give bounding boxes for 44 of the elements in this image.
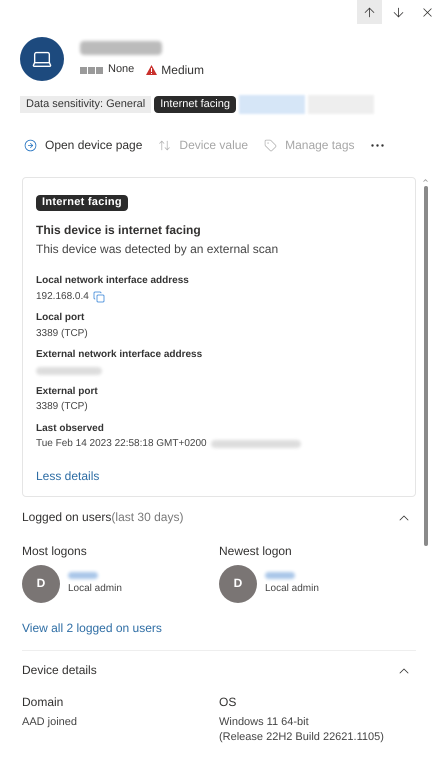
toolbar-button[interactable]: Open device page: [24, 138, 142, 153]
blurred-text: [265, 572, 295, 579]
more-icon: [370, 144, 384, 147]
card-title: This device is internet facing: [36, 223, 202, 238]
risk-value: Medium: [161, 62, 204, 78]
more-button[interactable]: [370, 144, 384, 147]
previous-button[interactable]: [357, 0, 382, 24]
scroll-up-icon[interactable]: [422, 177, 429, 184]
arrow-circle-icon: [24, 139, 37, 152]
view-all-users-link[interactable]: View all 2 logged on users: [22, 620, 162, 636]
tag: Internet facing: [154, 96, 236, 114]
user-avatar: D: [22, 564, 60, 602]
field-label: Last observed: [36, 422, 105, 435]
less-details-link[interactable]: Less details: [36, 468, 100, 484]
field-value: Windows 11 64-bit: [219, 716, 310, 730]
tag-icon: [264, 139, 278, 152]
card-subtitle: This device was detected by an external scan: [36, 242, 280, 257]
user-avatar: D: [219, 564, 257, 602]
tag: Data sensitivity: General: [20, 96, 152, 114]
field-value: AAD joined: [22, 716, 78, 730]
field-label: External port: [36, 386, 99, 398]
field-value: Tue Feb 14 2023 22:58:18 GMT+0200: [36, 438, 207, 450]
field-label: Domain: [22, 694, 64, 710]
user-role: Local admin: [68, 582, 122, 596]
section-title: Device details: [22, 663, 97, 678]
internet-facing-badge: Internet facing: [36, 195, 128, 211]
field-value: 3389 (TCP): [36, 401, 88, 414]
sort-arrows-icon: [158, 139, 172, 152]
field-value: 192.168.0.4: [36, 290, 89, 303]
copy-icon[interactable]: [92, 290, 105, 303]
field-label: Local port: [36, 312, 86, 324]
section-title: Logged on users(last 30 days): [22, 510, 184, 525]
criticality-icon: [80, 66, 104, 74]
user-role: Local admin: [265, 582, 319, 596]
logon-heading: Most logons: [22, 544, 88, 558]
warning-icon: [146, 65, 158, 75]
field-value: 3389 (TCP): [36, 328, 88, 340]
field-label: OS: [219, 694, 238, 710]
field-value: (Release 22H2 Build 22621.1105): [219, 731, 385, 745]
field-label: External network interface address: [36, 349, 204, 362]
criticality-value: None: [108, 63, 134, 77]
field-label: Local network interface address: [36, 275, 190, 288]
logon-heading: Newest logon: [219, 544, 293, 558]
blurred-text: [68, 572, 98, 579]
